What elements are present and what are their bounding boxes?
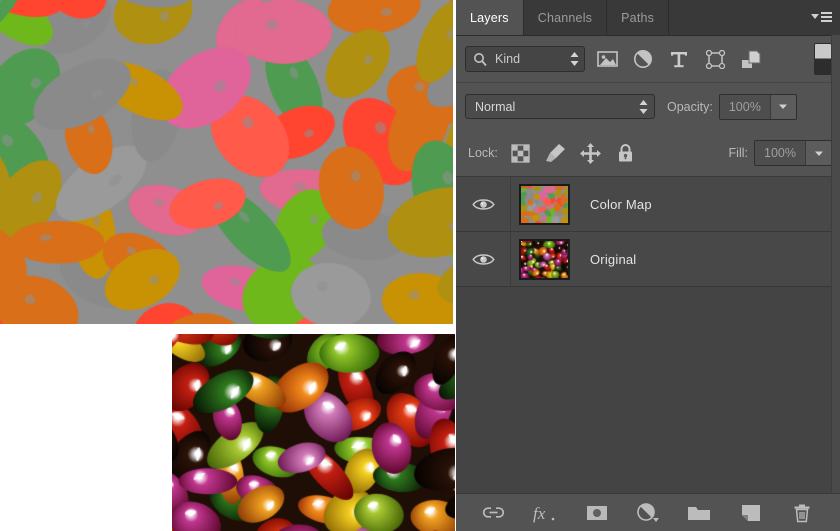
fill-label: Fill: — [728, 146, 748, 160]
eye-icon[interactable] — [471, 197, 495, 212]
blend-mode-select[interactable]: Normal — [465, 94, 655, 119]
updown-stepper-icon[interactable] — [569, 51, 580, 67]
link-layers-icon[interactable] — [479, 500, 509, 526]
chevron-down-icon[interactable] — [805, 141, 831, 165]
type-layer-filter-icon[interactable] — [666, 46, 692, 72]
original-thumbnail[interactable] — [519, 238, 570, 280]
filter-kind-label: Kind — [495, 52, 521, 66]
lock-transparent-pixels-icon[interactable] — [510, 142, 532, 164]
filter-enable-toggle[interactable] — [814, 43, 832, 75]
layer-filter-icons — [594, 46, 764, 72]
layers-panel: Layers Channels Paths Kind Normal Opacit… — [456, 0, 840, 531]
new-layer-icon[interactable] — [736, 500, 766, 526]
delete-layer-icon[interactable] — [787, 500, 817, 526]
panel-menu-icon[interactable] — [808, 8, 834, 28]
layers-panel-bottom-toolbar: fx — [456, 493, 840, 531]
panel-tab-bar: Layers Channels Paths — [456, 0, 840, 36]
colormap-artwork — [0, 0, 453, 324]
lock-all-icon[interactable] — [615, 142, 637, 164]
layer-name[interactable]: Original — [590, 252, 636, 267]
filter-kind-select[interactable]: Kind — [465, 46, 585, 72]
layer-visibility-toggle[interactable] — [456, 177, 511, 231]
fill-value[interactable]: 100% — [755, 141, 805, 165]
lock-label: Lock: — [468, 146, 498, 160]
layer-list[interactable]: Color Map Original — [456, 176, 840, 493]
new-group-icon[interactable] — [684, 500, 714, 526]
tab-layers[interactable]: Layers — [456, 0, 524, 35]
layer-filter-row: Kind — [456, 36, 840, 83]
panel-scroll-edge[interactable] — [831, 35, 840, 493]
tab-paths[interactable]: Paths — [607, 0, 670, 35]
lock-position-icon[interactable] — [580, 142, 602, 164]
eye-icon[interactable] — [471, 252, 495, 267]
opacity-label: Opacity: — [667, 99, 713, 114]
layer-name[interactable]: Color Map — [590, 197, 652, 212]
new-adjustment-layer-icon[interactable] — [633, 500, 663, 526]
search-icon — [473, 52, 488, 67]
original-artwork — [172, 334, 455, 531]
opacity-value[interactable]: 100% — [719, 94, 770, 119]
blend-mode-value: Normal — [475, 99, 516, 114]
lock-icon-group — [510, 142, 637, 164]
shape-layer-filter-icon[interactable] — [702, 46, 728, 72]
fill-field[interactable]: 100% — [754, 140, 832, 166]
svg-text:fx: fx — [533, 504, 546, 523]
tab-paths-label: Paths — [621, 10, 655, 25]
tab-channels-label: Channels — [537, 10, 593, 25]
layer-row-color-map[interactable]: Color Map — [456, 177, 840, 232]
document-canvas-area — [0, 0, 455, 531]
photoshop-screenshot: Layers Channels Paths Kind Normal Opacit… — [0, 0, 840, 531]
colormap-thumbnail[interactable] — [519, 183, 570, 225]
smart-object-filter-icon[interactable] — [738, 46, 764, 72]
layer-visibility-toggle[interactable] — [456, 232, 511, 286]
layer-row-original[interactable]: Original — [456, 232, 840, 287]
pixel-layer-filter-icon[interactable] — [594, 46, 620, 72]
add-layer-mask-icon[interactable] — [582, 500, 612, 526]
layer-style-fx-icon[interactable]: fx — [530, 500, 560, 526]
blend-mode-row: Normal Opacity: 100% — [456, 83, 840, 130]
updown-stepper-icon[interactable] — [638, 99, 649, 115]
lock-row: Lock: Fill: 100% — [456, 130, 840, 177]
chevron-down-icon[interactable] — [769, 94, 796, 119]
lock-image-pixels-icon[interactable] — [545, 142, 567, 164]
tab-channels[interactable]: Channels — [523, 0, 608, 35]
adjustment-layer-filter-icon[interactable] — [630, 46, 656, 72]
tab-layers-label: Layers — [470, 10, 509, 25]
opacity-field[interactable]: 100% — [718, 93, 797, 120]
